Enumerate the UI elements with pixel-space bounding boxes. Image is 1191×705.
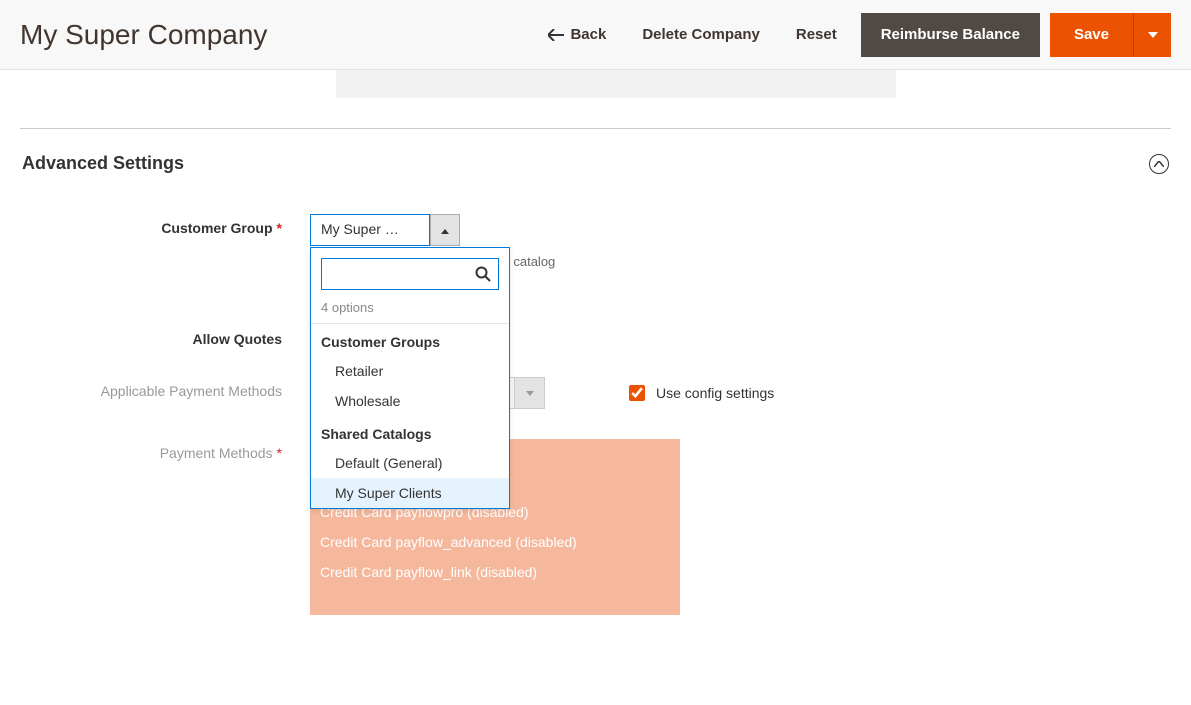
page-title: My Super Company bbox=[20, 19, 530, 51]
allow-quotes-label: Allow Quotes bbox=[20, 325, 310, 347]
dropdown-options-count: 4 options bbox=[311, 300, 509, 324]
use-config-label: Use config settings bbox=[656, 385, 774, 401]
back-button[interactable]: Back bbox=[530, 16, 624, 53]
required-indicator: * bbox=[277, 445, 282, 461]
use-config-checkbox[interactable] bbox=[629, 385, 645, 401]
prior-section-placeholder bbox=[336, 70, 896, 98]
applicable-payment-methods-row: Applicable Payment Methods Use config se… bbox=[20, 377, 1171, 409]
collapse-icon[interactable] bbox=[1149, 154, 1169, 174]
caret-up-icon bbox=[441, 229, 449, 234]
dropdown-option-retailer[interactable]: Retailer bbox=[311, 356, 509, 386]
save-button[interactable]: Save bbox=[1050, 13, 1133, 57]
header-actions: Back Delete Company Reset Reimburse Bala… bbox=[530, 13, 1171, 57]
customer-group-select[interactable]: My Super Cl... bbox=[310, 214, 430, 246]
payment-method-item[interactable]: Credit Card payflow_advanced (disabled) bbox=[310, 527, 680, 557]
dropdown-group-shared-catalogs: Shared Catalogs bbox=[311, 416, 509, 448]
dropdown-option-default-general[interactable]: Default (General) bbox=[311, 448, 509, 478]
dropdown-option-my-super-clients[interactable]: My Super Clients bbox=[311, 478, 509, 508]
save-dropdown-toggle[interactable] bbox=[1133, 13, 1171, 57]
apm-select-toggle[interactable] bbox=[514, 378, 544, 408]
caret-down-icon bbox=[526, 391, 534, 396]
payment-methods-row: Payment Methods* bled) Credit Card payfl… bbox=[20, 439, 1171, 615]
dropdown-group-customer-groups: Customer Groups bbox=[311, 324, 509, 356]
payment-method-item[interactable]: Credit Card payflow_link (disabled) bbox=[310, 557, 680, 587]
section-title: Advanced Settings bbox=[22, 153, 184, 174]
customer-group-label: Customer Group* bbox=[20, 214, 310, 236]
chevron-down-icon bbox=[1148, 32, 1158, 38]
required-indicator: * bbox=[277, 220, 282, 236]
advanced-settings-header[interactable]: Advanced Settings bbox=[20, 149, 1171, 194]
use-config-settings: Use config settings bbox=[565, 382, 774, 404]
payment-methods-label: Payment Methods* bbox=[20, 439, 310, 461]
section-divider bbox=[20, 128, 1171, 129]
allow-quotes-row: Allow Quotes bbox=[20, 325, 1171, 347]
reset-button[interactable]: Reset bbox=[778, 16, 855, 53]
customer-group-toggle[interactable] bbox=[430, 214, 460, 246]
dropdown-search-input[interactable] bbox=[321, 258, 499, 290]
dropdown-option-wholesale[interactable]: Wholesale bbox=[311, 386, 509, 416]
delete-company-button[interactable]: Delete Company bbox=[624, 16, 778, 53]
back-label: Back bbox=[570, 26, 606, 43]
page-header: My Super Company Back Delete Company Res… bbox=[0, 0, 1191, 70]
applicable-payment-methods-label: Applicable Payment Methods bbox=[20, 377, 310, 399]
arrow-left-icon bbox=[548, 29, 564, 41]
customer-group-row: Customer Group* My Super Cl... shared ca… bbox=[20, 214, 1171, 269]
reimburse-balance-button[interactable]: Reimburse Balance bbox=[861, 13, 1040, 57]
customer-group-dropdown: 4 options Customer Groups Retailer Whole… bbox=[310, 247, 510, 509]
